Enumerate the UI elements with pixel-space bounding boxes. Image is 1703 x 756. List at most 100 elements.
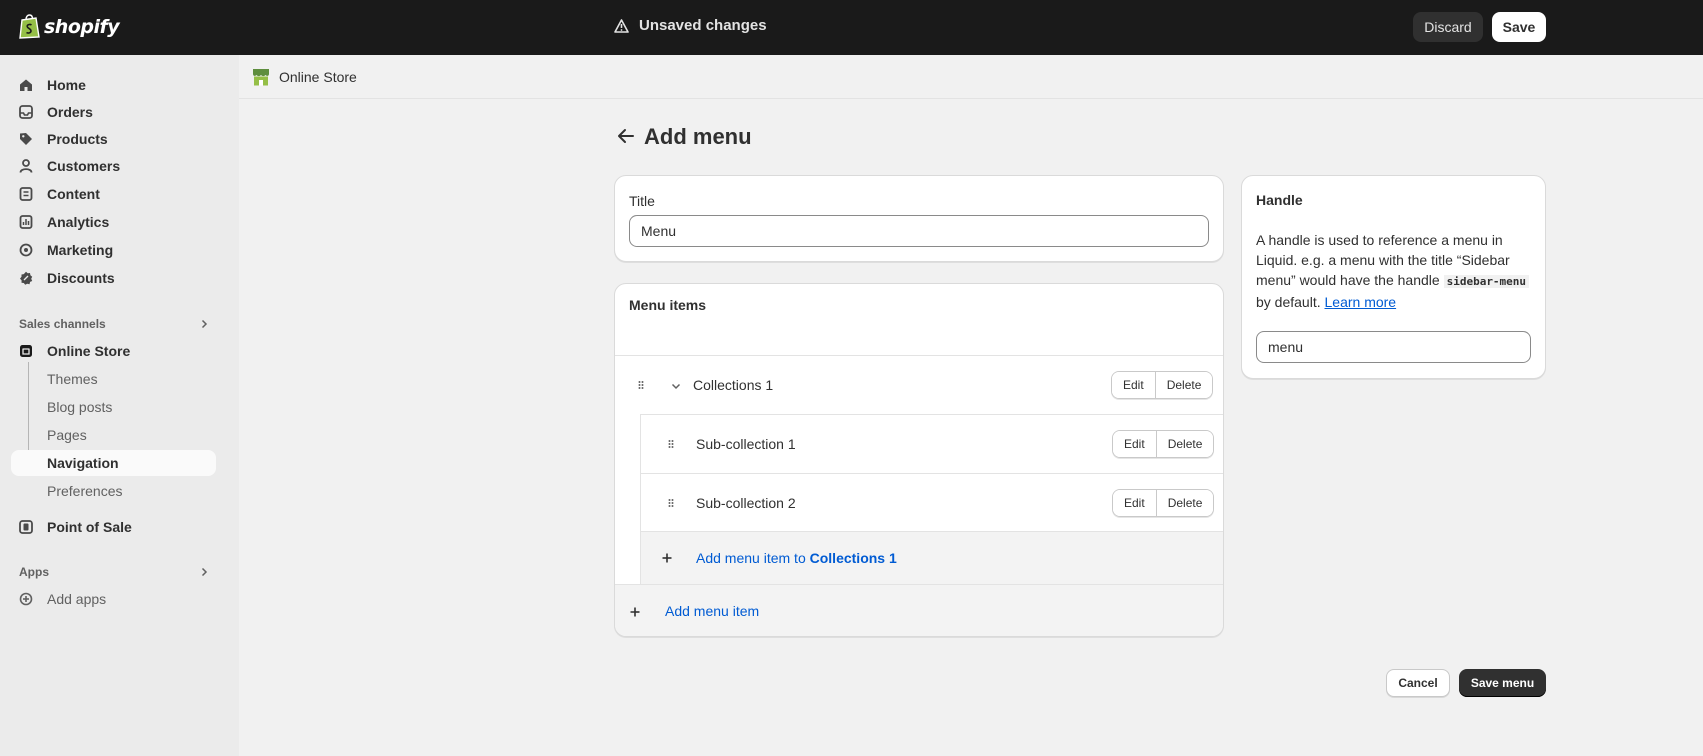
- sidebar-item-orders[interactable]: Orders: [11, 99, 216, 125]
- edit-button[interactable]: Edit: [1113, 490, 1156, 516]
- menu-items-heading: Menu items: [629, 297, 707, 313]
- plus-icon: [662, 553, 672, 563]
- alert-triangle-icon: [614, 18, 629, 33]
- plus-circle-icon: [19, 592, 33, 606]
- sidebar-item-preferences[interactable]: Preferences: [11, 478, 216, 504]
- sidebar-item-label: Navigation: [47, 455, 119, 471]
- sidebar-item-navigation[interactable]: Navigation: [11, 450, 216, 476]
- shopify-bag-icon: [19, 14, 40, 39]
- tag-icon: [20, 133, 32, 145]
- handle-heading: Handle: [1256, 192, 1303, 208]
- sidebar-item-label: Products: [47, 131, 108, 147]
- sidebar-item-pages[interactable]: Pages: [11, 422, 216, 448]
- save-menu-button[interactable]: Save menu: [1459, 669, 1546, 697]
- document-icon: [19, 187, 33, 201]
- menu-item-label: Sub-collection 2: [696, 495, 796, 511]
- add-sub-item-prefix: Add menu item to: [696, 550, 810, 566]
- title-input[interactable]: [629, 215, 1209, 247]
- edit-button[interactable]: Edit: [1113, 431, 1156, 457]
- delete-button[interactable]: Delete: [1154, 372, 1213, 398]
- sidebar-item-label: Analytics: [47, 214, 110, 230]
- shopify-logo[interactable]: shopify: [19, 14, 120, 39]
- sidebar-item-label: Customers: [47, 158, 121, 174]
- title-card: Title: [614, 175, 1224, 262]
- menu-item-actions: Edit Delete: [1111, 371, 1214, 399]
- add-item-row[interactable]: Add menu item: [615, 584, 1223, 636]
- menu-item-row[interactable]: Collections 1 Edit Delete: [615, 355, 1223, 414]
- delete-button[interactable]: Delete: [1155, 490, 1214, 516]
- chevron-right-icon[interactable]: [198, 318, 210, 330]
- delete-button[interactable]: Delete: [1155, 431, 1214, 457]
- drag-handle-icon[interactable]: [668, 437, 674, 451]
- discount-icon: [20, 271, 33, 285]
- menu-item-row[interactable]: Sub-collection 2 Edit Delete: [640, 473, 1223, 532]
- chevron-down-icon[interactable]: [670, 380, 682, 392]
- page-title: Add menu: [644, 124, 752, 149]
- sidebar-item-point-of-sale[interactable]: Point of Sale: [11, 514, 216, 540]
- handle-card: Handle A handle is used to reference a m…: [1241, 175, 1546, 379]
- plus-icon: [630, 607, 640, 617]
- handle-description: A handle is used to reference a menu in …: [1256, 230, 1538, 312]
- top-bar: shopify Unsaved changes Discard Save: [0, 0, 1703, 55]
- sidebar-item-blog-posts[interactable]: Blog posts: [11, 394, 216, 420]
- breadcrumb[interactable]: Online Store: [279, 69, 357, 85]
- bar-chart-icon: [19, 215, 33, 229]
- handle-code: sidebar-menu: [1443, 275, 1530, 288]
- sidebar: Home Orders Products Customers Content A…: [0, 55, 239, 756]
- pos-icon: [19, 520, 33, 534]
- sidebar-item-home[interactable]: Home: [11, 72, 216, 98]
- sidebar-item-discounts[interactable]: Discounts: [11, 265, 216, 291]
- add-sub-item-row[interactable]: Add menu item to Collections 1: [640, 531, 1223, 584]
- menu-item-row[interactable]: Sub-collection 1 Edit Delete: [640, 414, 1223, 473]
- shopify-wordmark: shopify: [44, 15, 120, 38]
- sidebar-item-label: Content: [47, 186, 100, 202]
- add-sub-item-link[interactable]: Add menu item to Collections 1: [696, 550, 897, 566]
- apps-heading: Apps: [19, 565, 49, 579]
- add-menu-item-link[interactable]: Add menu item: [665, 603, 759, 619]
- cancel-button[interactable]: Cancel: [1386, 669, 1450, 697]
- online-store-icon: [253, 69, 269, 86]
- sidebar-item-label: Marketing: [47, 242, 114, 258]
- sidebar-item-products[interactable]: Products: [11, 126, 216, 152]
- sidebar-item-label: Preferences: [47, 483, 123, 499]
- target-icon: [19, 243, 33, 257]
- person-icon: [19, 159, 33, 173]
- menu-item-actions: Edit Delete: [1112, 430, 1215, 458]
- menu-items-card: Menu items Collections 1 Edit Delete Sub…: [614, 283, 1224, 637]
- home-icon: [20, 79, 32, 91]
- learn-more-link[interactable]: Learn more: [1325, 294, 1397, 310]
- menu-item-label: Sub-collection 1: [696, 436, 796, 452]
- sidebar-item-label: Discounts: [47, 270, 115, 286]
- drag-handle-icon[interactable]: [638, 378, 644, 392]
- sidebar-item-label: Online Store: [47, 343, 131, 359]
- sidebar-item-label: Orders: [47, 104, 93, 120]
- handle-description-text: by default.: [1256, 294, 1325, 310]
- chevron-right-icon[interactable]: [198, 566, 210, 578]
- save-button[interactable]: Save: [1492, 12, 1546, 42]
- handle-input[interactable]: [1256, 331, 1531, 363]
- unsaved-changes-text: Unsaved changes: [639, 17, 767, 34]
- edit-button[interactable]: Edit: [1112, 372, 1155, 398]
- drag-handle-icon[interactable]: [668, 496, 674, 510]
- sidebar-item-analytics[interactable]: Analytics: [11, 209, 216, 235]
- add-sub-item-target: Collections 1: [809, 550, 897, 566]
- sidebar-item-online-store[interactable]: Online Store: [11, 338, 216, 364]
- sidebar-item-label: Pages: [47, 427, 87, 443]
- menu-item-actions: Edit Delete: [1112, 489, 1215, 517]
- sidebar-item-label: Blog posts: [47, 399, 113, 415]
- sidebar-item-label: Point of Sale: [47, 519, 132, 535]
- sidebar-item-customers[interactable]: Customers: [11, 153, 216, 179]
- sidebar-item-marketing[interactable]: Marketing: [11, 237, 216, 263]
- sales-channels-heading: Sales channels: [19, 317, 106, 331]
- sidebar-item-themes[interactable]: Themes: [11, 366, 216, 392]
- discard-button[interactable]: Discard: [1413, 12, 1483, 42]
- sidebar-item-content[interactable]: Content: [11, 181, 216, 207]
- sidebar-item-label: Add apps: [47, 591, 107, 607]
- unsaved-changes-status: Unsaved changes: [614, 17, 767, 34]
- title-label: Title: [629, 193, 655, 209]
- sidebar-item-add-apps[interactable]: Add apps: [11, 586, 216, 612]
- back-arrow-icon[interactable]: [616, 127, 636, 145]
- sidebar-item-label: Themes: [47, 371, 98, 387]
- menu-item-label: Collections 1: [693, 377, 774, 393]
- sidebar-item-label: Home: [47, 77, 86, 93]
